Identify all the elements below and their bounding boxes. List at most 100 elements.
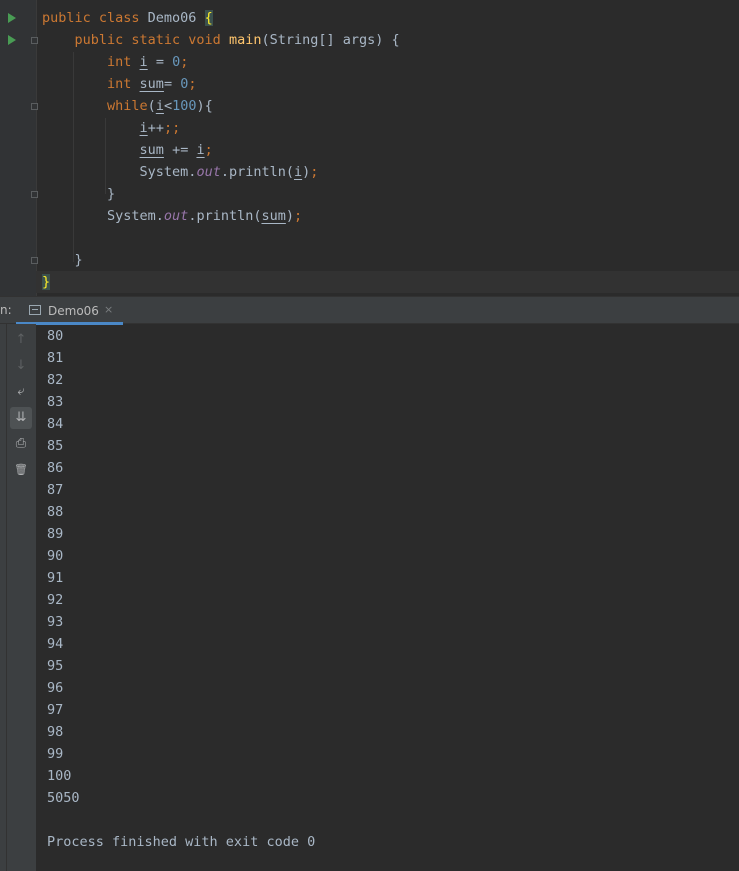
code-token: ): [285, 208, 294, 224]
code-line[interactable]: System.out.println(sum);: [42, 205, 739, 227]
console-line: 90: [47, 548, 64, 564]
console-line: 99: [47, 746, 64, 762]
console-line: 89: [47, 526, 64, 542]
code-line[interactable]: [42, 227, 739, 249]
code-token: ;: [188, 76, 197, 92]
fold-while-end-icon[interactable]: [31, 191, 38, 198]
run-label: n:: [0, 303, 12, 317]
code-token: main: [228, 32, 262, 48]
gutter-separator: [36, 0, 37, 296]
scroll-to-end-icon[interactable]: ⇊: [10, 407, 32, 429]
code-line[interactable]: i++;;: [42, 117, 739, 139]
code-token: ;;: [163, 120, 181, 136]
console-toolbar-separator: [6, 324, 7, 871]
code-token: ;: [180, 54, 189, 70]
trash-icon[interactable]: 🗑: [10, 459, 32, 481]
console-line: 87: [47, 482, 64, 498]
code-token: =: [163, 76, 181, 92]
code-line[interactable]: System.out.println(i);: [42, 161, 739, 183]
console-line: 94: [47, 636, 64, 652]
source-code[interactable]: public class Demo06 { public static void…: [36, 7, 739, 293]
run-class-icon[interactable]: [8, 13, 16, 23]
editor-gutter: [0, 0, 36, 296]
console-output[interactable]: 80 81 82 83 84 85 86 87 88 89 90 91 92 93 94 95 96 97 98 99…: [47, 325, 315, 853]
code-token: i: [293, 164, 303, 180]
code-line[interactable]: }: [42, 183, 739, 205]
fold-main-end-icon[interactable]: [31, 257, 38, 264]
code-token: =: [147, 54, 173, 70]
code-token: i: [155, 98, 164, 114]
run-tab-demo06[interactable]: Demo06 ×: [16, 297, 123, 325]
code-editor[interactable]: public class Demo06 { public static void…: [0, 0, 739, 296]
code-token: (String[] args) {: [261, 32, 400, 48]
code-token: System.: [42, 208, 164, 224]
code-line[interactable]: while(i<100){: [42, 95, 739, 117]
code-token: }: [42, 186, 116, 202]
arrow-up-icon[interactable]: ↑: [10, 329, 32, 351]
code-token: ;: [204, 142, 213, 158]
code-token: out: [196, 164, 221, 180]
console-line: 5050: [47, 790, 80, 806]
code-line[interactable]: }: [36, 271, 739, 293]
console-line: Process finished with exit code 0: [47, 834, 316, 850]
console-line: 98: [47, 724, 64, 740]
code-token: .println(: [220, 164, 294, 180]
code-token: public class: [42, 10, 148, 26]
console-line: 80: [47, 328, 64, 344]
code-token: }: [42, 252, 83, 268]
code-token: ){: [196, 98, 213, 114]
code-token: out: [163, 208, 189, 224]
code-token: 0: [172, 54, 181, 70]
code-token: sum: [139, 76, 164, 92]
code-line[interactable]: public class Demo06 {: [42, 7, 739, 29]
code-line[interactable]: }: [42, 249, 739, 271]
console-icon: [29, 305, 41, 315]
tab-label: Demo06: [48, 304, 99, 318]
code-token: int: [107, 76, 140, 92]
code-token: Demo06: [147, 10, 205, 26]
console-line: 82: [47, 372, 64, 388]
console-line: 81: [47, 350, 64, 366]
code-line[interactable]: int i = 0;: [42, 51, 739, 73]
code-token: }: [42, 274, 51, 290]
code-token: <: [163, 98, 173, 114]
code-token: ;: [294, 208, 303, 224]
code-token: int: [107, 54, 140, 70]
console-line: 95: [47, 658, 64, 674]
code-token: sum: [139, 142, 164, 158]
code-token: i: [196, 142, 205, 158]
code-line[interactable]: int sum= 0;: [42, 73, 739, 95]
console-line: 91: [47, 570, 64, 586]
code-token: (: [147, 98, 156, 114]
code-token: sum: [261, 208, 286, 224]
console-line: 100: [47, 768, 72, 784]
code-token: i: [139, 54, 148, 70]
code-token: i: [139, 120, 148, 136]
code-token: 100: [172, 98, 197, 114]
fold-while-icon[interactable]: [31, 103, 38, 110]
print-icon[interactable]: ⎙: [10, 433, 32, 455]
code-token: while: [107, 98, 148, 114]
code-line[interactable]: public static void main(String[] args) {: [42, 29, 739, 51]
console-line: 85: [47, 438, 64, 454]
console-line: 86: [47, 460, 64, 476]
run-tool-window-header: n: Demo06 ×: [0, 296, 739, 325]
code-line[interactable]: sum += i;: [42, 139, 739, 161]
code-token: +=: [163, 142, 197, 158]
code-token: {: [204, 10, 213, 26]
console-line: 97: [47, 702, 64, 718]
run-main-icon[interactable]: [8, 35, 16, 45]
soft-wrap-icon[interactable]: ⤶: [10, 381, 32, 403]
console-line: 88: [47, 504, 64, 520]
arrow-down-icon[interactable]: ↓: [10, 355, 32, 377]
code-token: ;: [310, 164, 319, 180]
fold-main-icon[interactable]: [31, 37, 38, 44]
close-icon[interactable]: ×: [104, 303, 113, 316]
code-token: System.: [42, 164, 197, 180]
console-line: 96: [47, 680, 64, 696]
